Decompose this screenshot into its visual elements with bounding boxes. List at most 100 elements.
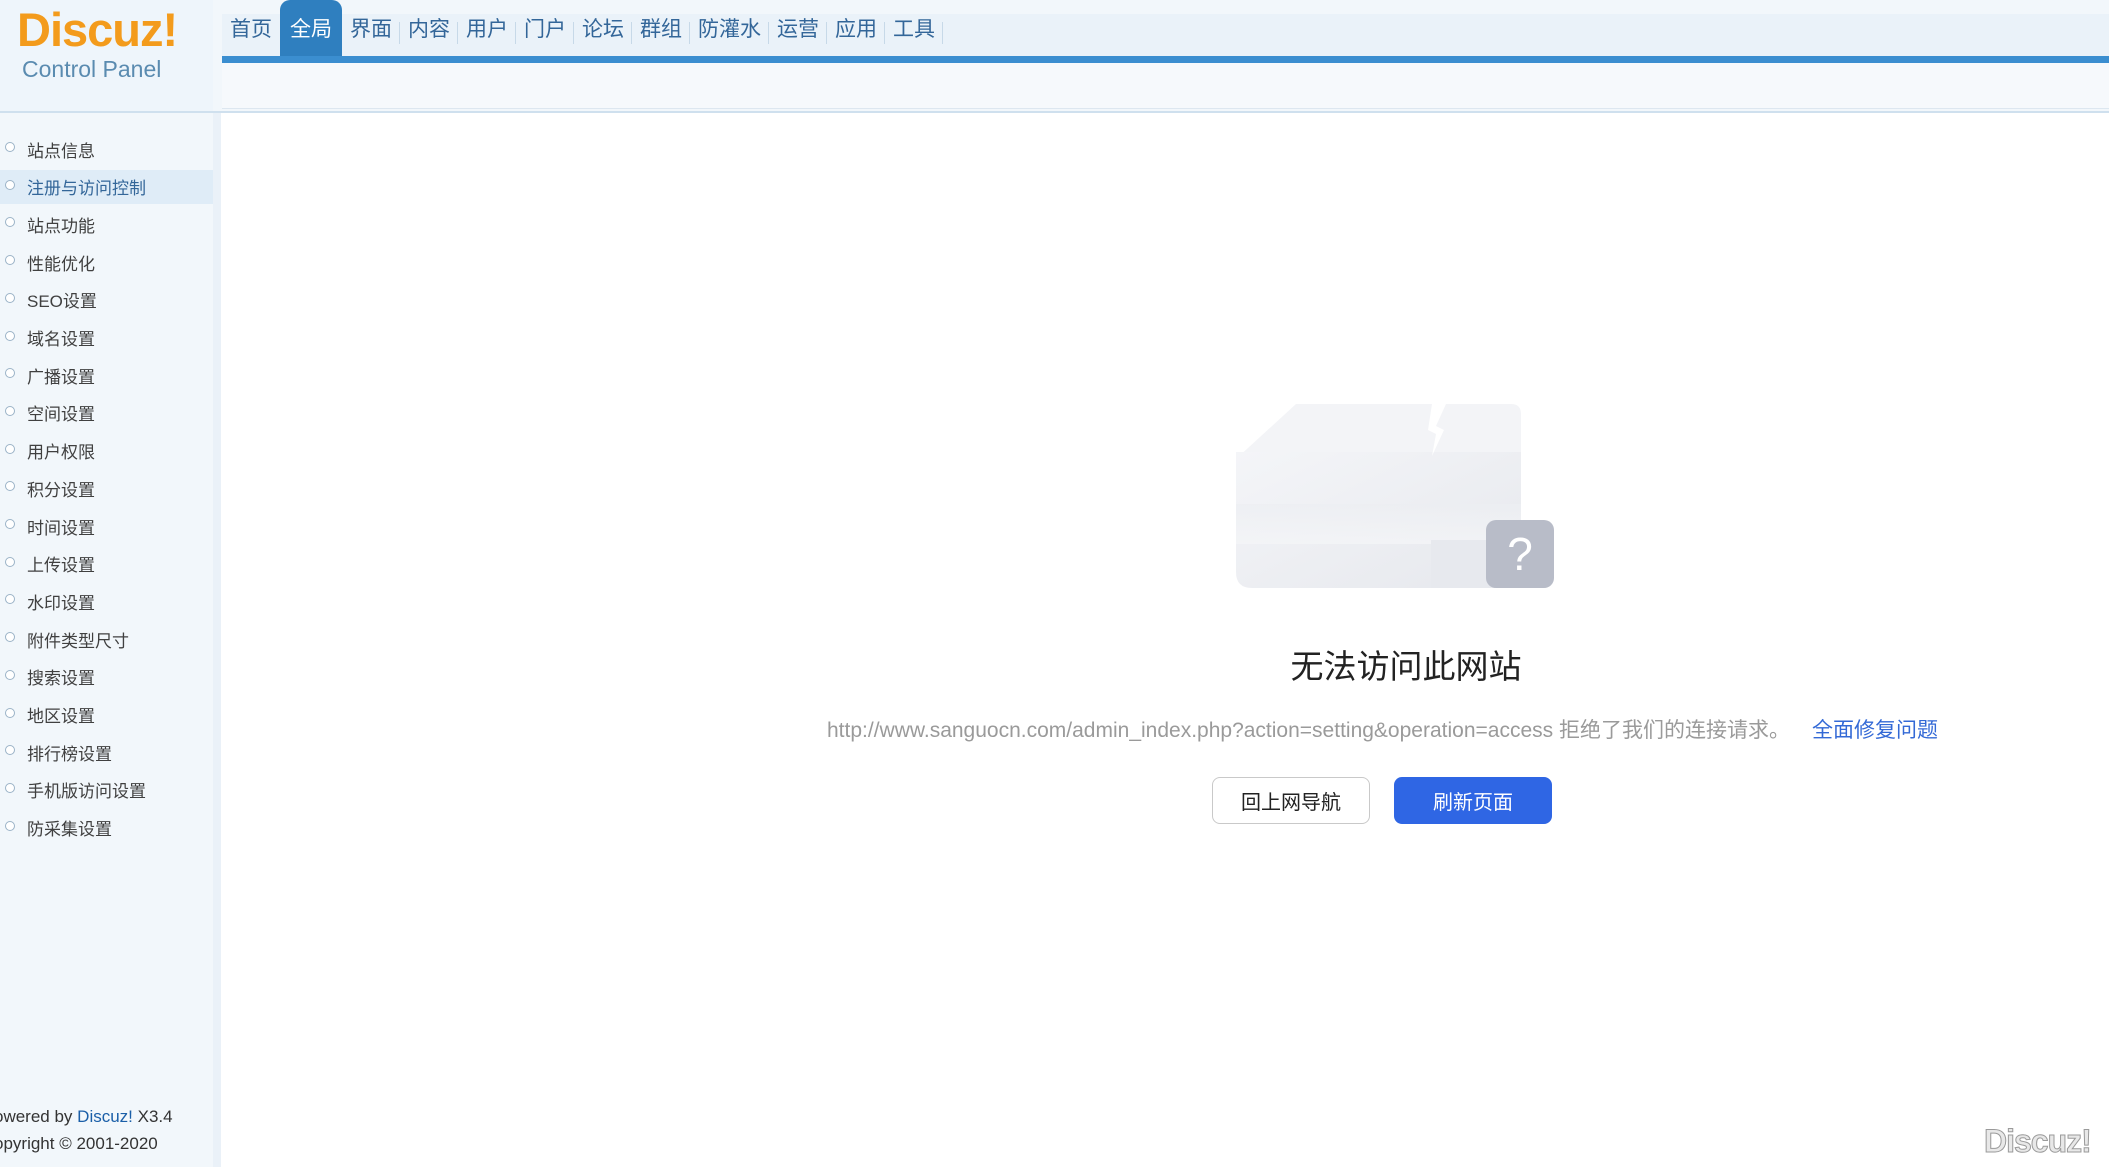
bullet-icon <box>5 594 15 605</box>
nav-tab-0[interactable]: 首页 <box>222 0 280 56</box>
nav-tab-label: 运营 <box>777 17 819 41</box>
back-to-nav-button[interactable]: 回上网导航 <box>1212 777 1370 824</box>
copyright: opyright © 2001-2020 <box>0 1134 158 1153</box>
bullet-icon <box>5 481 15 492</box>
nav-tab-label: 群组 <box>640 17 682 41</box>
error-description: http://www.sanguocn.com/admin_index.php?… <box>827 719 1790 742</box>
bullet-icon <box>5 519 15 529</box>
bullet-icon <box>5 292 15 303</box>
top-nav: 首页 全局 界面 内容 用户 门户 论坛 群组 防灌水 运营 应用 工具 <box>222 0 943 56</box>
sidebar-item-label: 空间设置 <box>27 405 95 425</box>
error-title: 无法访问此网站 <box>1290 648 1522 685</box>
bullet-icon <box>5 179 15 190</box>
nav-tab-5[interactable]: 门户 <box>516 0 574 56</box>
powered-by: owered by Discuz! X3.4 <box>0 1103 173 1130</box>
nav-tab-10[interactable]: 应用 <box>827 0 885 56</box>
sidebar-item-label: 注册与访问控制 <box>27 179 146 199</box>
sidebar-item-label: SEO设置 <box>27 292 97 312</box>
logo-brand: Discuz! <box>17 3 178 56</box>
sidebar-item-label: 站点功能 <box>27 216 95 236</box>
sidebar-item-label: 地区设置 <box>27 707 95 726</box>
nav-tab-9[interactable]: 运营 <box>769 0 827 56</box>
logo-subtitle: Control Panel <box>22 56 162 82</box>
sidebar-item-8[interactable]: 用户权限 <box>0 434 213 468</box>
bullet-icon <box>5 632 15 643</box>
nav-tab-label: 界面 <box>350 17 392 41</box>
nav-tab-3[interactable]: 内容 <box>400 0 458 56</box>
nav-accent-bar <box>222 56 2109 63</box>
nav-tab-1[interactable]: 全局 <box>280 0 342 56</box>
nav-tab-label: 全局 <box>290 17 332 41</box>
fix-problem-link[interactable]: 全面修复问题 <box>1812 714 1938 744</box>
sidebar-item-label: 性能优化 <box>27 254 95 274</box>
sidebar-item-4[interactable]: SEO设置 <box>0 283 213 317</box>
sidebar-item-15[interactable]: 地区设置 <box>0 698 213 732</box>
sidebar-item-10[interactable]: 时间设置 <box>0 509 213 543</box>
bullet-icon <box>5 707 15 718</box>
watermark-logo: Discuz! <box>1984 1123 2093 1160</box>
nav-tab-label: 应用 <box>835 17 877 41</box>
sidebar-item-0[interactable]: 站点信息 <box>0 132 213 166</box>
bullet-icon <box>5 368 15 379</box>
nav-tab-11[interactable]: 工具 <box>885 0 943 56</box>
powered-version: X3.4 <box>132 1107 173 1126</box>
sidebar-item-6[interactable]: 广播设置 <box>0 358 213 392</box>
box-front-notch <box>1431 540 1491 588</box>
nav-tab-8[interactable]: 防灌水 <box>690 0 769 56</box>
sidebar-item-12[interactable]: 水印设置 <box>0 584 213 618</box>
sub-nav-strip <box>222 63 2109 109</box>
sidebar-item-16[interactable]: 排行榜设置 <box>0 735 213 769</box>
sidebar-item-2[interactable]: 站点功能 <box>0 207 213 241</box>
sidebar: 站点信息注册与访问控制 站点功能性能优化 SEO设置域名设置 广播设置空间设置用户权限… <box>0 113 221 1167</box>
logo[interactable]: Discuz! Control Panel <box>0 0 213 113</box>
box-top <box>1236 404 1521 459</box>
sidebar-item-label: 防采集设置 <box>27 820 112 840</box>
refresh-button[interactable]: 刷新页面 <box>1394 777 1552 824</box>
bullet-icon <box>5 255 15 266</box>
sidebar-item-11[interactable]: 上传设置 <box>0 547 213 581</box>
sidebar-item-label: 上传设置 <box>27 556 95 576</box>
powered-brand-link[interactable]: Discuz! <box>77 1107 133 1126</box>
sidebar-item-label: 排行榜设置 <box>27 744 112 764</box>
nav-separator <box>942 22 943 44</box>
powered-prefix: owered by <box>0 1107 78 1126</box>
bullet-icon <box>5 405 15 416</box>
sidebar-item-3[interactable]: 性能优化 <box>0 245 213 279</box>
nav-tab-4[interactable]: 用户 <box>458 0 516 56</box>
bullet-icon <box>5 142 15 152</box>
sidebar-item-1[interactable]: 注册与访问控制 <box>0 169 213 204</box>
nav-tab-label: 内容 <box>408 17 450 41</box>
bullet-icon <box>5 669 15 680</box>
bullet-icon <box>5 782 15 793</box>
bullet-icon <box>5 217 15 228</box>
nav-tab-label: 门户 <box>524 17 566 41</box>
nav-tab-label: 工具 <box>893 17 935 41</box>
bullet-icon <box>5 330 15 341</box>
sidebar-item-label: 附件类型尺寸 <box>27 631 129 651</box>
sidebar-item-17[interactable]: 手机版访问设置 <box>0 773 213 807</box>
svg-text:?: ? <box>1507 528 1533 580</box>
sidebar-item-9[interactable]: 积分设置 <box>0 471 213 505</box>
nav-tab-label: 用户 <box>466 17 508 41</box>
bullet-icon <box>5 556 15 567</box>
bullet-icon <box>5 443 15 454</box>
sidebar-item-5[interactable]: 域名设置 <box>0 321 213 355</box>
bullet-icon <box>5 820 15 831</box>
nav-tab-label: 论坛 <box>582 17 624 41</box>
box-shade <box>1236 504 1521 544</box>
nav-tab-7[interactable]: 群组 <box>632 0 690 56</box>
nav-tab-2[interactable]: 界面 <box>342 0 400 56</box>
header: Discuz! Control Panel 首页 全局 界面 内容 用户 门户 论坛 群组 防灌… <box>0 0 2109 113</box>
sidebar-item-14[interactable]: 搜索设置 <box>0 660 213 694</box>
nav-tab-6[interactable]: 论坛 <box>574 0 632 56</box>
sidebar-item-7[interactable]: 空间设置 <box>0 396 213 430</box>
sidebar-footer: owered by Discuz! X3.4 opyright © 2001-2… <box>0 1103 173 1157</box>
sidebar-item-18[interactable]: 防采集设置 <box>0 811 213 845</box>
sidebar-item-label: 水印设置 <box>27 593 95 613</box>
sidebar-item-label: 时间设置 <box>27 518 95 538</box>
broken-page-illustration: ? <box>1236 404 1554 588</box>
sidebar-item-label: 用户权限 <box>27 443 95 463</box>
nav-tab-label: 防灌水 <box>698 17 761 41</box>
sidebar-item-label: 积分设置 <box>27 480 95 500</box>
sidebar-item-13[interactable]: 附件类型尺寸 <box>0 622 213 656</box>
